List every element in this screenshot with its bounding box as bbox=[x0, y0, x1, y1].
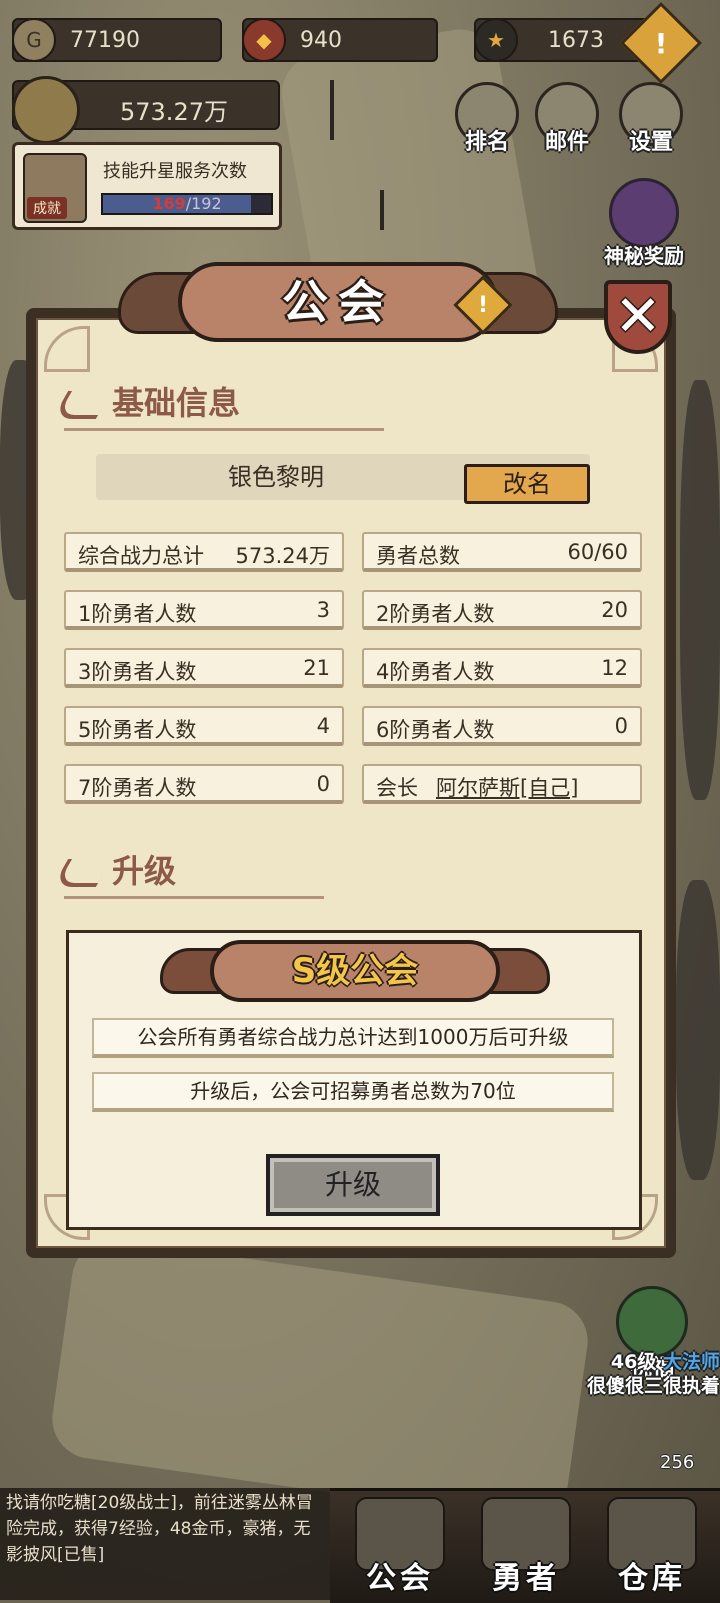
guild-rank-banner: S级公会 bbox=[160, 940, 550, 1004]
section-flourish-icon bbox=[51, 391, 113, 419]
nav-storage-label: 仓库 bbox=[618, 1561, 686, 1596]
achievement-title: 技能升星服务次数 bbox=[103, 161, 247, 182]
rename-button[interactable]: 改名 bbox=[464, 464, 590, 504]
stat-tier3-heroes: 3阶勇者人数 21 bbox=[64, 648, 344, 688]
basic-info-header: 基础信息 bbox=[51, 378, 240, 424]
rank-label: 排名 bbox=[464, 130, 509, 155]
stat-guild-leader: 会长 阿尔萨斯[自己] bbox=[362, 764, 642, 804]
achievement-panel[interactable]: 成就 技能升星服务次数 169/192 bbox=[12, 142, 282, 230]
unit-count: 256 bbox=[660, 1452, 695, 1473]
stat-total-power: 综合战力总计 573.24万 bbox=[64, 532, 344, 572]
nav-heroes-label: 勇者 bbox=[492, 1561, 560, 1596]
exclamation-icon: ! bbox=[477, 292, 489, 318]
stat-tier1-heroes: 1阶勇者人数 3 bbox=[64, 590, 344, 630]
stat-tier6-heroes: 6阶勇者人数 0 bbox=[362, 706, 642, 746]
power-emblem-icon bbox=[12, 76, 80, 144]
blessing-icon bbox=[616, 1286, 688, 1358]
settings-label: 设置 bbox=[628, 130, 673, 155]
guild-rank-title: S级公会 bbox=[210, 940, 500, 1002]
nav-heroes[interactable]: 勇者 bbox=[466, 1491, 586, 1603]
star-stone-icon: ★ bbox=[474, 18, 518, 62]
star-value: 1673 bbox=[548, 27, 604, 53]
gold-coin-icon: G bbox=[12, 18, 56, 62]
rank-button[interactable]: 排名 bbox=[452, 82, 522, 155]
gold-value: 77190 bbox=[70, 27, 140, 53]
achievement-progress-text: 169/192 bbox=[152, 194, 222, 213]
stat-tier2-heroes: 2阶勇者人数 20 bbox=[362, 590, 642, 630]
gold-counter: G 77190 bbox=[12, 18, 222, 62]
achievement-progress-bar: 169/192 bbox=[101, 193, 273, 215]
section-flourish-icon bbox=[51, 859, 113, 887]
mystery-reward-button[interactable]: 神秘奖励 bbox=[592, 178, 696, 269]
guild-name: 银色黎明 bbox=[228, 463, 324, 491]
hero-class: 大法师 bbox=[662, 1351, 720, 1373]
hero-level: 46级 bbox=[610, 1351, 657, 1373]
nav-guild[interactable]: 公会 bbox=[340, 1491, 460, 1603]
close-icon: ✕ bbox=[614, 284, 662, 349]
close-button[interactable]: ✕ bbox=[604, 280, 672, 354]
stat-tier4-heroes: 4阶勇者人数 12 bbox=[362, 648, 642, 688]
achievement-badge: 成就 bbox=[27, 197, 67, 219]
mail-button[interactable]: 邮件 bbox=[532, 82, 602, 155]
guild-leader-link[interactable]: 阿尔萨斯[自己] bbox=[436, 772, 578, 802]
upgrade-button[interactable]: 升级 bbox=[266, 1154, 440, 1216]
upgrade-condition: 公会所有勇者综合战力总计达到1000万后可升级 bbox=[92, 1018, 614, 1058]
gem-counter: ◆ 940 bbox=[242, 18, 438, 62]
mail-label: 邮件 bbox=[544, 130, 589, 155]
stat-tier7-heroes: 7阶勇者人数 0 bbox=[64, 764, 344, 804]
nav-storage[interactable]: 仓库 bbox=[592, 1491, 712, 1603]
bottom-nav: 公会 勇者 仓库 bbox=[330, 1488, 720, 1603]
hero-nameplate[interactable]: 46级 大法师 很傻很三很执着 bbox=[587, 1350, 720, 1398]
mystery-reward-label: 神秘奖励 bbox=[604, 244, 684, 268]
total-power-value: 573.27万 bbox=[120, 98, 228, 126]
gem-shield-icon: ◆ bbox=[242, 18, 286, 62]
total-power-display: 573.27万 bbox=[12, 76, 280, 144]
adventure-log[interactable]: 找请你吃糖[20级战士]，前往迷雾丛林冒险完成，获得7经验，48金币，豪猪，无影… bbox=[0, 1488, 330, 1600]
mystery-portrait-icon bbox=[609, 178, 679, 248]
stat-tier5-heroes: 5阶勇者人数 4 bbox=[64, 706, 344, 746]
stat-hero-total: 勇者总数 60/60 bbox=[362, 532, 642, 572]
hero-name: 很傻很三很执着 bbox=[586, 1375, 720, 1397]
upgrade-benefit: 升级后，公会可招募勇者总数为70位 bbox=[92, 1072, 614, 1112]
dialog-title: 公会 bbox=[282, 275, 394, 329]
upgrade-header: 升级 bbox=[51, 846, 176, 892]
gem-value: 940 bbox=[300, 27, 342, 53]
exclamation-icon: ! bbox=[654, 26, 668, 60]
settings-button[interactable]: 设置 bbox=[616, 82, 686, 155]
nav-guild-label: 公会 bbox=[366, 1561, 434, 1596]
